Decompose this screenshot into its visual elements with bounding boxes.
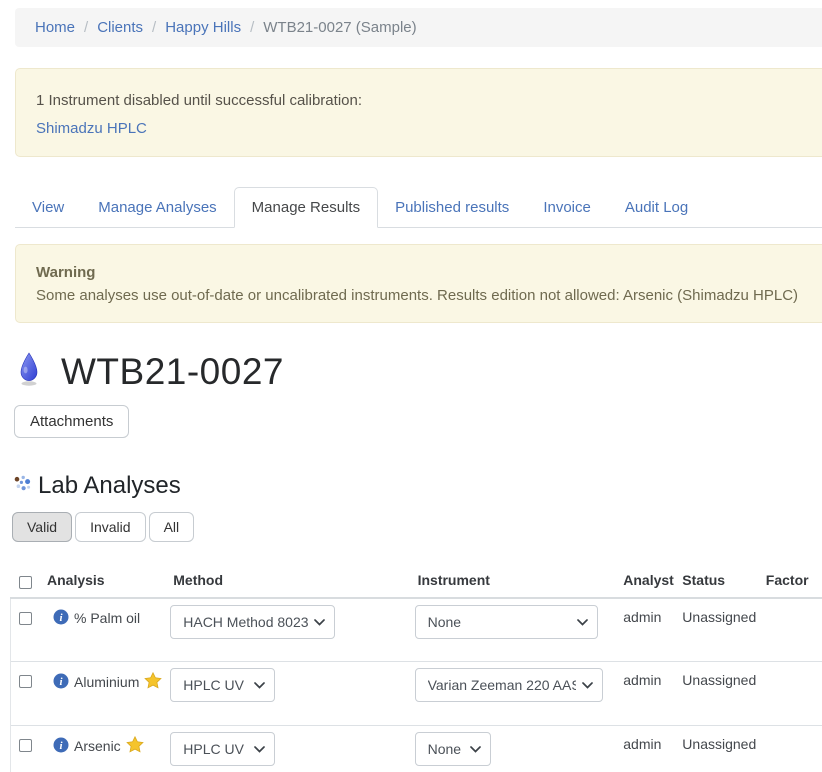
column-header-analyst: Analyst bbox=[615, 566, 674, 598]
analyst-value: admin bbox=[615, 726, 674, 772]
info-icon[interactable]: i bbox=[53, 609, 69, 628]
instrument-link-shimadzu-hplc[interactable]: Shimadzu HPLC bbox=[36, 120, 147, 137]
breadcrumb-home[interactable]: Home bbox=[35, 19, 75, 36]
row-checkbox[interactable] bbox=[19, 675, 32, 688]
breadcrumb-current-sample: WTB21-0027 (Sample) bbox=[263, 19, 416, 36]
star-icon bbox=[144, 672, 162, 692]
factor-value bbox=[758, 662, 822, 726]
info-icon[interactable]: i bbox=[53, 673, 69, 692]
select-all-checkbox[interactable] bbox=[19, 576, 32, 589]
lab-analyses-heading-row: Lab Analyses bbox=[14, 472, 822, 499]
warning-alert-message: Some analyses use out-of-date or uncalib… bbox=[36, 285, 822, 306]
instrument-select[interactable]: None bbox=[415, 605, 598, 639]
sample-tabs: View Manage Analyses Manage Results Publ… bbox=[15, 182, 822, 228]
tab-view[interactable]: View bbox=[15, 188, 81, 227]
method-select[interactable]: HPLC UV bbox=[170, 732, 275, 766]
analysis-name: % Palm oil bbox=[74, 610, 140, 626]
tab-invoice[interactable]: Invoice bbox=[526, 188, 608, 227]
column-header-status: Status bbox=[674, 566, 757, 598]
column-header-instrument: Instrument bbox=[410, 566, 616, 598]
table-header-row: Analysis Method Instrument Analyst Statu… bbox=[11, 566, 822, 598]
analyses-filter-buttons: Valid Invalid All bbox=[12, 512, 822, 542]
water-drop-icon bbox=[18, 352, 42, 393]
filter-valid-button[interactable]: Valid bbox=[12, 512, 72, 542]
manage-results-page: Home / Clients / Happy Hills / WTB21-0027 (Sam… bbox=[0, 0, 822, 772]
sample-title-row: WTB21-0027 bbox=[18, 349, 822, 395]
analyses-dots-icon bbox=[14, 474, 32, 497]
calibration-alert: 1 Instrument disabled until successful c… bbox=[15, 68, 822, 157]
status-value: Unassigned bbox=[674, 598, 757, 662]
warning-alert-title: Warning bbox=[36, 262, 822, 283]
breadcrumb-separator: / bbox=[250, 19, 254, 36]
lab-analyses-title: Lab Analyses bbox=[38, 472, 181, 500]
method-select[interactable]: HPLC UV bbox=[170, 668, 275, 702]
table-row: i Arsenic HPLC UV bbox=[11, 726, 822, 772]
breadcrumb: Home / Clients / Happy Hills / WTB21-0027 (Sam… bbox=[15, 8, 822, 47]
star-icon bbox=[126, 736, 144, 756]
tab-manage-analyses[interactable]: Manage Analyses bbox=[81, 188, 233, 227]
tab-manage-results[interactable]: Manage Results bbox=[234, 187, 378, 228]
column-header-method: Method bbox=[165, 566, 409, 598]
page-title-sample-id: WTB21-0027 bbox=[61, 351, 284, 393]
tab-audit-log[interactable]: Audit Log bbox=[608, 188, 705, 227]
row-checkbox[interactable] bbox=[19, 612, 32, 625]
factor-value bbox=[758, 726, 822, 772]
info-icon[interactable]: i bbox=[53, 737, 69, 756]
attachments-button[interactable]: Attachments bbox=[14, 405, 129, 438]
row-checkbox[interactable] bbox=[19, 739, 32, 752]
analysis-name: Arsenic bbox=[74, 738, 121, 754]
breadcrumb-separator: / bbox=[152, 19, 156, 36]
column-header-analysis: Analysis bbox=[39, 566, 165, 598]
status-value: Unassigned bbox=[674, 662, 757, 726]
instrument-select[interactable]: Varian Zeeman 220 AAS bbox=[415, 668, 603, 702]
analyst-value: admin bbox=[615, 662, 674, 726]
filter-invalid-button[interactable]: Invalid bbox=[75, 512, 145, 542]
instrument-select[interactable]: None bbox=[415, 732, 491, 766]
method-select[interactable]: HACH Method 8023 bbox=[170, 605, 335, 639]
tab-published-results[interactable]: Published results bbox=[378, 188, 526, 227]
filter-all-button[interactable]: All bbox=[149, 512, 195, 542]
breadcrumb-separator: / bbox=[84, 19, 88, 36]
table-row: i Aluminium HPLC UV bbox=[11, 662, 822, 726]
table-row: i % Palm oil HACH Method 8023 None bbox=[11, 598, 822, 662]
breadcrumb-client-happy-hills[interactable]: Happy Hills bbox=[165, 19, 241, 36]
analyst-value: admin bbox=[615, 598, 674, 662]
factor-value bbox=[758, 598, 822, 662]
column-header-factor: Factor bbox=[758, 566, 822, 598]
analyses-table: Analysis Method Instrument Analyst Statu… bbox=[10, 566, 822, 772]
analysis-name: Aluminium bbox=[74, 674, 139, 690]
calibration-alert-message: 1 Instrument disabled until successful c… bbox=[36, 90, 822, 111]
status-value: Unassigned bbox=[674, 726, 757, 772]
breadcrumb-clients[interactable]: Clients bbox=[97, 19, 143, 36]
warning-alert: Warning Some analyses use out-of-date or… bbox=[15, 244, 822, 323]
